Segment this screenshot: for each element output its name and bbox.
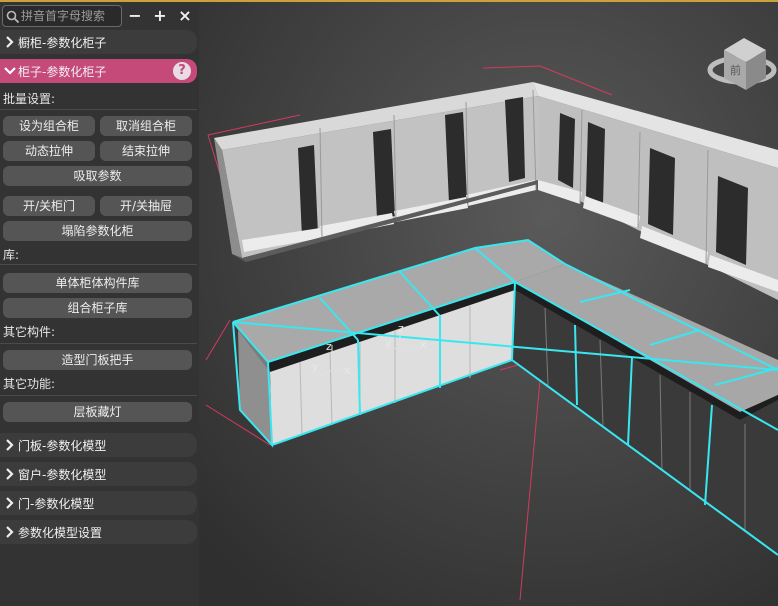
divider bbox=[0, 264, 197, 265]
expand-all-button[interactable]: + bbox=[150, 7, 170, 25]
library-label: 库: bbox=[3, 248, 20, 262]
chevron-right-icon bbox=[6, 439, 14, 451]
chevron-right-icon bbox=[6, 526, 14, 538]
collapse-parametric-button[interactable]: 塌陷参数化柜 bbox=[3, 221, 192, 241]
other-functions-label: 其它功能: bbox=[3, 377, 56, 391]
gizmo-x-label: x bbox=[420, 338, 427, 351]
scene-canvas: z x y z x y 前 bbox=[199, 2, 778, 606]
section-cabinet[interactable]: 柜子-参数化柜子 ? bbox=[0, 59, 197, 83]
section-label: 门-参数化模型 bbox=[18, 497, 95, 511]
section-door-panel[interactable]: 门板-参数化模型 bbox=[0, 433, 197, 457]
cancel-combo-cabinet-button[interactable]: 取消组合柜 bbox=[100, 116, 192, 136]
section-label: 橱柜-参数化柜子 bbox=[18, 36, 107, 50]
gizmo-x-label: x bbox=[344, 364, 351, 377]
section-label: 柜子-参数化柜子 bbox=[18, 65, 107, 79]
combo-cabinet-library-button[interactable]: 组合柜子库 bbox=[3, 298, 192, 318]
chevron-down-icon bbox=[4, 67, 16, 75]
section-label: 参数化模型设置 bbox=[18, 526, 103, 540]
gizmo-z-label: z bbox=[398, 322, 404, 335]
close-panel-button[interactable]: × bbox=[175, 7, 195, 25]
toggle-doors-button[interactable]: 开/关柜门 bbox=[3, 196, 95, 216]
other-parts-label: 其它构件: bbox=[3, 325, 56, 339]
batch-settings-label: 批量设置: bbox=[3, 92, 56, 106]
search-icon bbox=[6, 10, 20, 24]
search-input[interactable] bbox=[21, 7, 119, 25]
dynamic-stretch-button[interactable]: 动态拉伸 bbox=[3, 141, 95, 161]
chevron-right-icon bbox=[6, 36, 14, 48]
section-label: 窗户-参数化模型 bbox=[18, 468, 107, 482]
parametric-tools-panel: − + × 橱柜-参数化柜子 柜子-参数化柜子 ? 批量设置: 设为组合柜 取消… bbox=[0, 2, 199, 606]
end-stretch-button[interactable]: 结束拉伸 bbox=[100, 141, 192, 161]
pick-params-button[interactable]: 吸取参数 bbox=[3, 166, 192, 186]
section-window[interactable]: 窗户-参数化模型 bbox=[0, 462, 197, 486]
collapse-all-button[interactable]: − bbox=[125, 7, 145, 25]
gizmo-y-label: y bbox=[312, 360, 319, 373]
section-door[interactable]: 门-参数化模型 bbox=[0, 491, 197, 515]
door-handle-button[interactable]: 造型门板把手 bbox=[3, 350, 192, 370]
set-combo-cabinet-button[interactable]: 设为组合柜 bbox=[3, 116, 95, 136]
search-box[interactable] bbox=[2, 5, 122, 27]
chevron-right-icon bbox=[6, 497, 14, 509]
section-settings[interactable]: 参数化模型设置 bbox=[0, 520, 197, 544]
gizmo-z-label: z bbox=[326, 340, 332, 353]
shelf-light-button[interactable]: 层板藏灯 bbox=[3, 402, 192, 422]
gizmo-y-label: y bbox=[385, 336, 392, 349]
toggle-drawers-button[interactable]: 开/关抽屉 bbox=[100, 196, 192, 216]
divider bbox=[0, 109, 197, 110]
viewcube-front-label: 前 bbox=[730, 63, 741, 77]
section-label: 门板-参数化模型 bbox=[18, 439, 107, 453]
help-button[interactable]: ? bbox=[173, 62, 191, 80]
section-cupboard[interactable]: 橱柜-参数化柜子 bbox=[0, 30, 197, 54]
chevron-right-icon bbox=[6, 468, 14, 480]
3d-viewport[interactable]: z x y z x y 前 bbox=[199, 2, 778, 606]
divider bbox=[0, 343, 197, 344]
single-cabinet-library-button[interactable]: 单体柜体构件库 bbox=[3, 273, 192, 293]
divider bbox=[0, 395, 197, 396]
